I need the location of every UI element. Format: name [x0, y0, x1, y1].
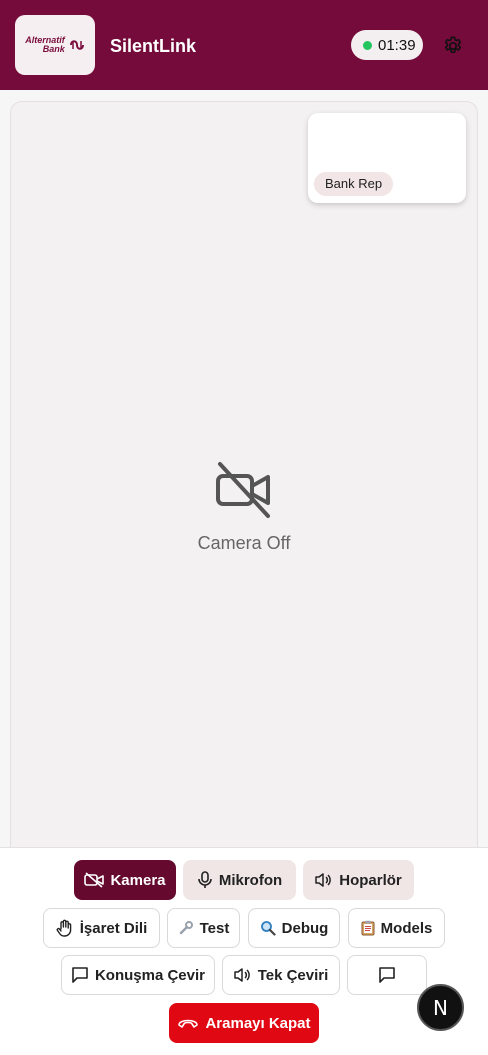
speaker-small-icon	[233, 968, 250, 982]
magnifier-icon	[260, 921, 276, 936]
models-button[interactable]: Models	[348, 908, 445, 948]
hang-up-icon	[178, 1019, 199, 1028]
hand-icon	[56, 919, 72, 937]
sign-language-button-label: İşaret Dili	[79, 919, 148, 937]
test-button-label: Test	[199, 919, 230, 937]
call-timer: 01:39	[351, 30, 423, 60]
wrench-icon	[179, 921, 193, 935]
clipboard-icon	[361, 920, 375, 936]
models-button-label: Models	[380, 919, 433, 937]
dev-tools-badge[interactable]: N	[417, 984, 464, 1031]
camera-off-label: Camera Off	[197, 533, 291, 553]
speech-translate-button[interactable]: Konuşma Çevir	[61, 955, 215, 995]
end-call-button[interactable]: Aramayı Kapat	[169, 1003, 319, 1043]
microphone-button[interactable]: Mikrofon	[183, 860, 296, 900]
bank-logo-mark-icon	[69, 40, 84, 50]
local-video-tile[interactable]: Bank Rep	[308, 113, 466, 203]
end-call-button-label: Aramayı Kapat	[205, 1014, 311, 1032]
single-translate-button[interactable]: Tek Çeviri	[222, 955, 340, 995]
timer-text: 01:39	[378, 36, 416, 54]
app-header: Alternatif Bank SilentLink 01:39	[0, 0, 488, 90]
camera-toggle-button[interactable]: Kamera	[74, 860, 176, 900]
debug-button[interactable]: Debug	[248, 908, 340, 948]
single-translate-button-label: Tek Çeviri	[257, 966, 329, 984]
speech-translate-button-label: Konuşma Çevir	[94, 966, 206, 984]
app-title: SilentLink	[110, 36, 197, 56]
speaker-icon	[315, 873, 332, 887]
microphone-icon	[198, 871, 212, 888]
camera-button-label: Kamera	[110, 871, 166, 889]
rep-label: Bank Rep	[314, 172, 394, 196]
chat-button[interactable]	[347, 955, 427, 995]
test-button[interactable]: Test	[167, 908, 240, 948]
logo-line2: Bank	[42, 44, 65, 54]
camera-off-small-icon	[84, 872, 105, 888]
speaker-button[interactable]: Hoparlör	[303, 860, 414, 900]
camera-off-icon	[216, 462, 270, 518]
chat-icon	[379, 967, 395, 983]
speaker-button-label: Hoparlör	[339, 871, 402, 889]
status-dot-icon	[363, 40, 372, 50]
bank-logo: Alternatif Bank	[15, 15, 95, 75]
sign-language-button[interactable]: İşaret Dili	[43, 908, 160, 948]
gear-icon[interactable]	[442, 35, 464, 57]
debug-button-label: Debug	[281, 919, 329, 937]
microphone-button-label: Mikrofon	[218, 871, 283, 889]
chat-bubble-icon	[72, 967, 88, 983]
